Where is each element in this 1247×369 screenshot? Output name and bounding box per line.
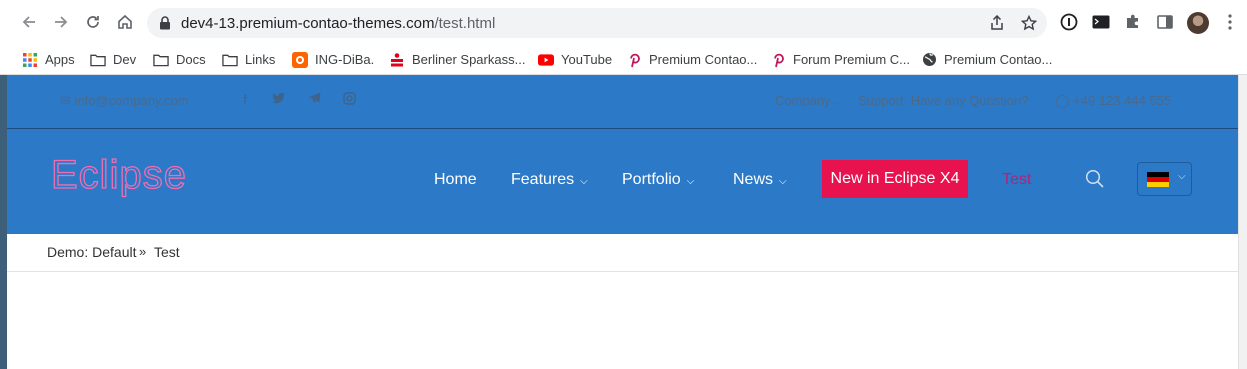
url-text: dev4-13.premium-contao-themes.com/test.h…: [181, 15, 495, 32]
chevron-down-icon: ⌵: [580, 175, 588, 187]
breadcrumb-separator-icon: »: [139, 244, 147, 259]
topbar-email[interactable]: ✉ info@company.com: [60, 93, 189, 109]
twitter-icon[interactable]: [272, 92, 286, 108]
bookmark-label: Apps: [45, 52, 75, 67]
forward-arrow-icon: [55, 16, 68, 28]
site-logo[interactable]: Eclipse: [50, 152, 187, 198]
bookmark-premium-contao-1[interactable]: Premium Contao...: [626, 45, 757, 74]
bookmark-youtube[interactable]: YouTube: [538, 45, 612, 74]
chevron-down-icon: ⌵: [686, 175, 695, 187]
reload-icon: [87, 16, 99, 28]
bookmark-ing-diba[interactable]: ING-DiBa.: [292, 45, 374, 74]
bookmark-label: YouTube: [561, 52, 613, 67]
page-scrollbar[interactable]: [1238, 75, 1247, 369]
folder-icon: [153, 52, 169, 68]
browser-toolbar: dev4-13.premium-contao-themes.com/test.h…: [0, 0, 1247, 45]
nav-news[interactable]: News ⌵: [733, 171, 787, 189]
mail-icon: ✉: [60, 93, 75, 108]
forward-button[interactable]: [50, 11, 72, 33]
webpage: ✉ info@company.com f Company ⌄ Support: …: [7, 75, 1238, 369]
topbar-phone[interactable]: ◯ +49 123 444 555: [1055, 93, 1171, 109]
bookmarks-bar: Apps Dev Docs Links ING-DiBa. Berliner S…: [0, 45, 1247, 75]
folder-icon: [90, 52, 106, 68]
home-icon: [118, 14, 132, 29]
bookmark-berliner-sparkasse[interactable]: Berliner Sparkass...: [389, 45, 525, 74]
topbar-support-link[interactable]: Support: Have any Question?: [858, 93, 1029, 108]
home-button[interactable]: [114, 11, 136, 33]
bookmark-label: Dev: [113, 52, 137, 67]
youtube-icon: [538, 52, 554, 68]
instagram-icon[interactable]: [342, 92, 356, 108]
topbar-company-dropdown[interactable]: Company ⌄: [775, 93, 841, 108]
bookmark-premium-contao-2[interactable]: Premium Contao...: [921, 45, 1052, 74]
bookmark-label: Premium Contao...: [649, 52, 758, 67]
terminal-extension-icon[interactable]: [1092, 13, 1110, 31]
breadcrumb-root-link[interactable]: Demo: Default: [47, 244, 136, 260]
bookmark-label: Berliner Sparkass...: [412, 52, 526, 67]
nav-test-active[interactable]: Test: [1002, 171, 1031, 189]
reload-button[interactable]: [82, 11, 104, 33]
breadcrumb: Demo: Default » Test: [7, 234, 1238, 272]
globe-icon: [921, 52, 937, 68]
bookmark-folder-dev[interactable]: Dev: [90, 45, 136, 74]
site-topbar: ✉ info@company.com f Company ⌄ Support: …: [7, 75, 1238, 129]
sparkasse-icon: [389, 52, 405, 68]
url-path: /test.html: [434, 15, 496, 32]
browser-menu-button[interactable]: [1221, 13, 1239, 31]
bookmark-folder-docs[interactable]: Docs: [153, 45, 206, 74]
bookmark-label: ING-DiBa.: [315, 52, 375, 67]
nav-portfolio[interactable]: Portfolio ⌵: [622, 171, 694, 189]
bookmark-star-icon[interactable]: [1021, 15, 1037, 31]
search-icon[interactable]: [1085, 169, 1105, 189]
share-icon[interactable]: [989, 15, 1005, 31]
profile-avatar[interactable]: [1187, 12, 1209, 34]
back-button[interactable]: [18, 11, 40, 33]
chevron-down-icon: ⌵: [1178, 171, 1186, 182]
nav-home[interactable]: Home: [434, 171, 477, 189]
bookmark-forum-premium[interactable]: Forum Premium C...: [770, 45, 910, 74]
bookmark-apps[interactable]: Apps: [22, 45, 75, 74]
bookmark-label: Docs: [176, 52, 206, 67]
telegram-icon[interactable]: [307, 92, 321, 108]
nav-features[interactable]: Features ⌵: [511, 171, 588, 189]
nav-cta-new-in-eclipse[interactable]: New in Eclipse X4: [822, 160, 968, 198]
side-panel-icon[interactable]: [1156, 13, 1174, 31]
chevron-down-icon: ⌵: [779, 175, 787, 187]
bookmark-label: Forum Premium C...: [793, 52, 911, 67]
address-bar[interactable]: dev4-13.premium-contao-themes.com/test.h…: [147, 8, 1047, 38]
site-header: Eclipse Home Features ⌵ Portfolio ⌵ News ⌵ …: [7, 129, 1238, 234]
facebook-icon[interactable]: f: [238, 92, 252, 108]
lock-icon: [160, 16, 170, 30]
apps-grid-icon: [22, 52, 38, 68]
chevron-down-icon: ⌄: [830, 97, 841, 107]
bookmark-label: Links: [245, 52, 276, 67]
back-arrow-icon: [22, 16, 35, 28]
pinterest-icon: [626, 52, 642, 68]
language-switcher[interactable]: ⌵: [1137, 162, 1192, 196]
folder-icon: [222, 52, 238, 68]
password-manager-extension-icon[interactable]: [1060, 13, 1078, 31]
more-vertical-icon: [1228, 14, 1232, 30]
breadcrumb-current: Test: [154, 244, 180, 260]
german-flag-icon: [1147, 172, 1169, 187]
ing-diba-icon: [292, 51, 308, 68]
phone-icon: ◯: [1055, 93, 1074, 108]
url-host: dev4-13.premium-contao-themes.com: [181, 15, 435, 32]
pinterest-icon: [770, 52, 786, 68]
bookmark-folder-links[interactable]: Links: [222, 45, 275, 74]
bookmark-label: Premium Contao...: [944, 52, 1053, 67]
extensions-puzzle-icon[interactable]: [1124, 13, 1142, 31]
